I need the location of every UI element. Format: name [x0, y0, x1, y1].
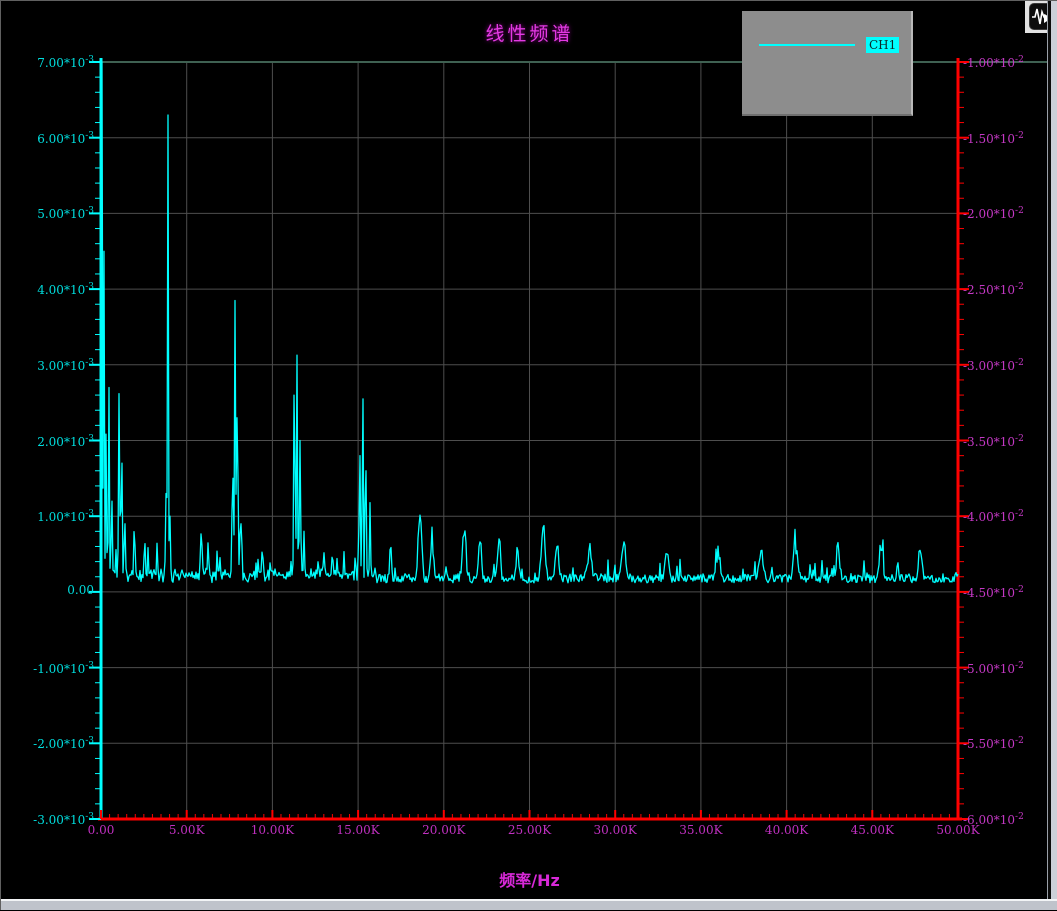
right-axis-tick-label: -5.00*10-2 [963, 659, 1024, 676]
right-axis-tick-label: -3.50*10-2 [963, 432, 1024, 449]
left-axis-tick-label: 2.00*10-3 [37, 432, 94, 449]
spectrum-chart [1, 1, 1057, 911]
left-axis-tick-label: -2.00*10-3 [33, 734, 94, 751]
x-axis-tick-label: 10.00K [251, 823, 294, 837]
left-axis-tick-label: 5.00*10-3 [37, 204, 94, 221]
left-axis-tick-label: 6.00*10-3 [37, 129, 94, 146]
legend-box[interactable]: CH1 [742, 11, 913, 116]
left-axis-tick-label: 7.00*10-3 [37, 53, 94, 70]
right-axis-tick-label: -1.00*10-2 [963, 53, 1024, 70]
left-axis-tick-label: -3.00*10-3 [33, 810, 94, 827]
left-axis-tick-label: -1.00*10-3 [33, 659, 94, 676]
x-axis-tick-label: 25.00K [508, 823, 551, 837]
x-axis-tick-label: 50.00K [936, 823, 979, 837]
left-axis-tick-label: 3.00*10-3 [37, 356, 94, 373]
left-axis-tick-label: 1.00*10-3 [37, 507, 94, 524]
x-axis-title: 频率/Hz [101, 867, 958, 891]
left-axis-tick-label: 0.00 [67, 583, 94, 597]
right-axis-tick-label: -2.00*10-2 [963, 204, 1024, 221]
x-axis-tick-label: 35.00K [679, 823, 722, 837]
right-axis-tick-label: -3.00*10-2 [963, 356, 1024, 373]
window-frame-bottom [1, 899, 1057, 910]
left-axis-tick-label: 4.00*10-3 [37, 280, 94, 297]
window-frame-right [1047, 1, 1057, 910]
x-axis-tick-label: 45.00K [851, 823, 894, 837]
right-axis-tick-label: -2.50*10-2 [963, 280, 1024, 297]
x-axis-tick-label: 15.00K [336, 823, 379, 837]
right-axis-tick-label: -4.50*10-2 [963, 583, 1024, 600]
right-axis-tick-label: -5.50*10-2 [963, 734, 1024, 751]
x-axis-tick-label: 40.00K [765, 823, 808, 837]
x-axis-tick-label: 30.00K [594, 823, 637, 837]
right-axis-tick-label: -4.00*10-2 [963, 507, 1024, 524]
x-axis-tick-label: 0.00 [88, 823, 115, 837]
spectrum-analyzer-window: 线性频谱 7.00*10-36.00*10-35.00*10-34.00*10-… [0, 0, 1057, 910]
right-axis-tick-label: -1.50*10-2 [963, 129, 1024, 146]
x-axis-tick-label: 20.00K [422, 823, 465, 837]
legend-series-ch1[interactable]: CH1 [866, 37, 899, 53]
legend-line-sample [759, 44, 855, 46]
x-axis-tick-label: 5.00K [169, 823, 205, 837]
